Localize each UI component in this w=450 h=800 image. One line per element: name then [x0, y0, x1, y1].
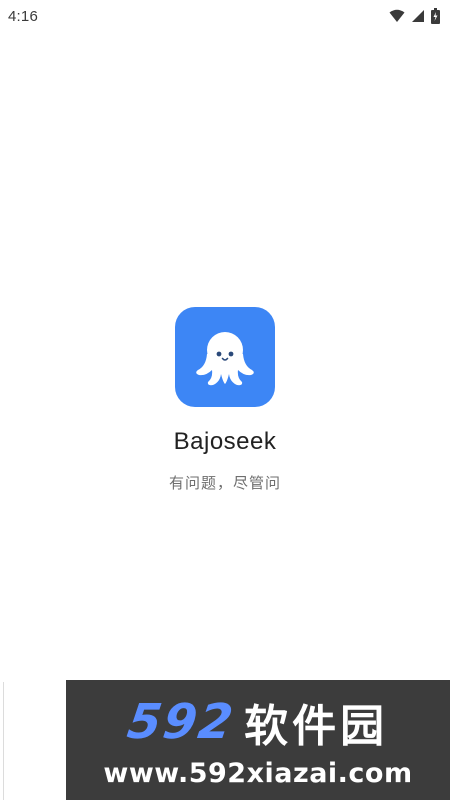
watermark-url: www.592xiazai.com: [103, 758, 413, 789]
app-slogan: 有问题，尽管问: [168, 474, 281, 492]
edge-divider: [0, 682, 4, 800]
status-icons: [389, 8, 440, 24]
status-bar: 4:16: [0, 0, 450, 32]
wifi-icon: [389, 9, 405, 23]
octopus-logo-icon: [175, 307, 275, 407]
status-time: 4:16: [8, 7, 38, 25]
cellular-signal-icon: [411, 9, 425, 23]
watermark-brand: 软件园: [244, 701, 389, 752]
app-name: Bajoseek: [173, 428, 277, 455]
battery-charging-icon: [431, 8, 440, 24]
watermark-number: 592: [123, 694, 239, 750]
splash-screen: 4:16 Bajoseek 有问题，尽管问 592 软件园 www.592xia…: [0, 0, 450, 800]
watermark-banner: 592 软件园 www.592xiazai.com: [66, 680, 450, 800]
watermark-logo: 592 软件园: [66, 694, 450, 752]
